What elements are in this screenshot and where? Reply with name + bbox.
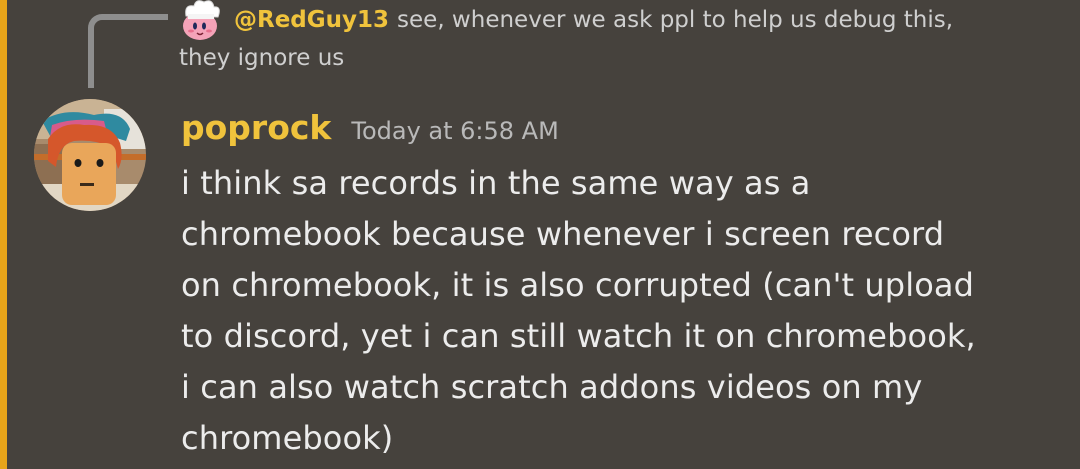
message-line: chromebook because whenever i screen rec…	[181, 215, 945, 253]
reply-text-line2: they ignore us	[179, 45, 345, 71]
message-content: i think sa records in the same way as a …	[181, 158, 1071, 464]
reply-author[interactable]: @RedGuy13	[234, 7, 389, 33]
message-line: i think sa records in the same way as a	[181, 164, 811, 202]
message-line: to discord, yet i can still watch it on …	[181, 317, 976, 355]
reply-text-line1: see, whenever we ask ppl to help us debu…	[397, 7, 954, 33]
reply-avatar-icon[interactable]	[178, 0, 224, 40]
message-line: i can also watch scratch addons videos o…	[181, 368, 923, 406]
user-avatar[interactable]	[34, 99, 146, 211]
message-timestamp[interactable]: Today at 6:58 AM	[351, 117, 558, 145]
mention-highlight-bar	[0, 0, 7, 469]
message-line: on chromebook, it is also corrupted (can…	[181, 266, 975, 304]
reply-preview[interactable]: @RedGuy13 see, whenever we ask ppl to hel…	[234, 2, 953, 38]
message-header: poprock Today at 6:58 AM	[181, 106, 559, 150]
message-line: chromebook)	[181, 419, 394, 457]
message-author[interactable]: poprock	[181, 108, 331, 147]
reply-connector	[88, 14, 168, 88]
